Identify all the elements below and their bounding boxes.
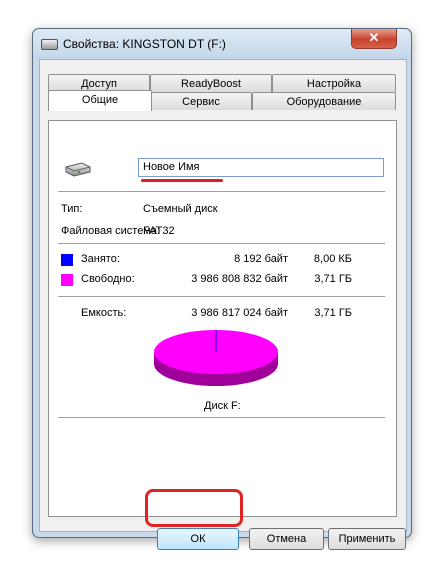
disk-usage-pie [154,330,278,386]
capacity-size: 3,71 ГБ [314,307,352,319]
tab-nastroyka[interactable]: Настройка [272,74,396,92]
free-size: 3,71 ГБ [314,273,352,285]
tab-readyboost[interactable]: ReadyBoost [150,74,272,92]
separator [58,243,385,244]
apply-button[interactable]: Применить [328,528,406,550]
capacity-bytes: 3 986 817 024 байт [191,307,288,319]
drive-name-input[interactable]: Новое Имя [138,158,384,177]
tab-obshie[interactable]: Общие [48,90,152,111]
free-color-swatch [61,274,73,286]
ok-button-highlight [145,489,243,527]
cancel-button[interactable]: Отмена [249,528,324,550]
filesystem-value: FAT32 [143,225,175,237]
capacity-label: Емкость: [81,307,127,319]
drive-title-icon [41,39,58,50]
separator [58,191,385,192]
ok-button[interactable]: ОК [157,528,239,550]
usb-drive-icon [65,162,91,177]
disk-letter-label: Диск F: [204,400,241,412]
name-highlight-underline [141,179,223,182]
used-size: 8,00 КБ [313,253,352,265]
used-label: Занято: [81,253,120,265]
dialog-client-area: Доступ ReadyBoost Настройка Общие Сервис… [39,59,407,550]
title-bar[interactable]: Свойства: KINGSTON DT (F:) ✕ [33,29,411,59]
separator [58,296,385,297]
tab-servis[interactable]: Сервис [150,92,252,110]
tab-oborudovanie[interactable]: Оборудование [252,92,396,110]
properties-window: Свойства: KINGSTON DT (F:) ✕ Доступ Read… [32,28,412,550]
used-bytes: 8 192 байт [234,253,288,265]
free-bytes: 3 986 808 832 байт [191,273,288,285]
used-color-swatch [61,254,73,266]
close-button[interactable]: ✕ [351,29,397,49]
window-title: Свойства: KINGSTON DT (F:) [63,37,226,51]
separator [58,417,385,418]
type-label: Тип: [61,203,83,215]
free-label: Свободно: [81,273,135,285]
type-value: Съемный диск [143,203,218,215]
